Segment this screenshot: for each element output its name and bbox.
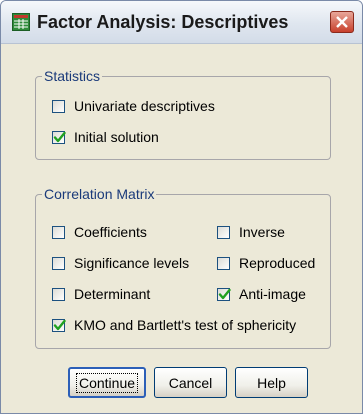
statistics-group: Statistics	[35, 68, 331, 160]
title-bar[interactable]: Factor Analysis: Descriptives	[1, 1, 362, 44]
determinant-checkbox[interactable]: Determinant	[52, 286, 150, 302]
univariate-descriptives-label: Univariate descriptives	[74, 98, 215, 114]
checkmark-icon	[218, 288, 231, 299]
close-icon	[336, 16, 348, 28]
kmo-bartlett-checkbox[interactable]: KMO and Bartlett's test of sphericity	[52, 317, 296, 333]
coefficients-label: Coefficients	[74, 224, 147, 240]
significance-levels-checkbox[interactable]: Significance levels	[52, 255, 189, 271]
help-label: Help	[257, 374, 286, 391]
factor-analysis-descriptives-dialog: Factor Analysis: Descriptives Statistics…	[0, 0, 363, 414]
significance-levels-label: Significance levels	[74, 255, 190, 271]
checkbox-box[interactable]	[52, 225, 65, 239]
kmo-bartlett-label: KMO and Bartlett's test of sphericity	[74, 317, 297, 333]
anti-image-checkbox[interactable]: Anti-image	[217, 286, 306, 302]
reproduced-checkbox[interactable]: Reproduced	[217, 255, 315, 271]
coefficients-checkbox[interactable]: Coefficients	[52, 224, 147, 240]
checkbox-box[interactable]	[52, 256, 65, 270]
univariate-descriptives-checkbox[interactable]: Univariate descriptives	[52, 98, 215, 114]
checkmark-icon	[53, 131, 66, 142]
initial-solution-checkbox[interactable]: Initial solution	[52, 129, 159, 145]
dialog-app-icon	[12, 13, 30, 31]
inverse-label: Inverse	[239, 224, 285, 240]
cancel-label: Cancel	[168, 374, 213, 391]
window-title: Factor Analysis: Descriptives	[37, 12, 289, 32]
checkbox-box[interactable]	[217, 256, 230, 270]
help-button[interactable]: Help	[235, 367, 308, 398]
continue-label: Continue	[75, 372, 139, 393]
checkbox-box[interactable]	[52, 130, 66, 144]
checkbox-box[interactable]	[52, 318, 66, 332]
close-button[interactable]	[330, 11, 354, 33]
checkbox-box[interactable]	[217, 287, 231, 301]
anti-image-label: Anti-image	[239, 286, 306, 302]
determinant-label: Determinant	[74, 286, 151, 302]
cancel-button[interactable]: Cancel	[154, 367, 227, 398]
continue-button[interactable]: Continue	[68, 367, 146, 398]
reproduced-label: Reproduced	[239, 255, 316, 271]
inverse-checkbox[interactable]: Inverse	[217, 224, 285, 240]
checkmark-icon	[53, 319, 66, 330]
checkbox-box[interactable]	[52, 99, 65, 113]
statistics-legend: Statistics	[44, 68, 101, 84]
correlation-matrix-legend: Correlation Matrix	[44, 186, 155, 202]
checkbox-box[interactable]	[217, 225, 230, 239]
checkbox-box[interactable]	[52, 287, 65, 301]
initial-solution-label: Initial solution	[74, 129, 159, 145]
